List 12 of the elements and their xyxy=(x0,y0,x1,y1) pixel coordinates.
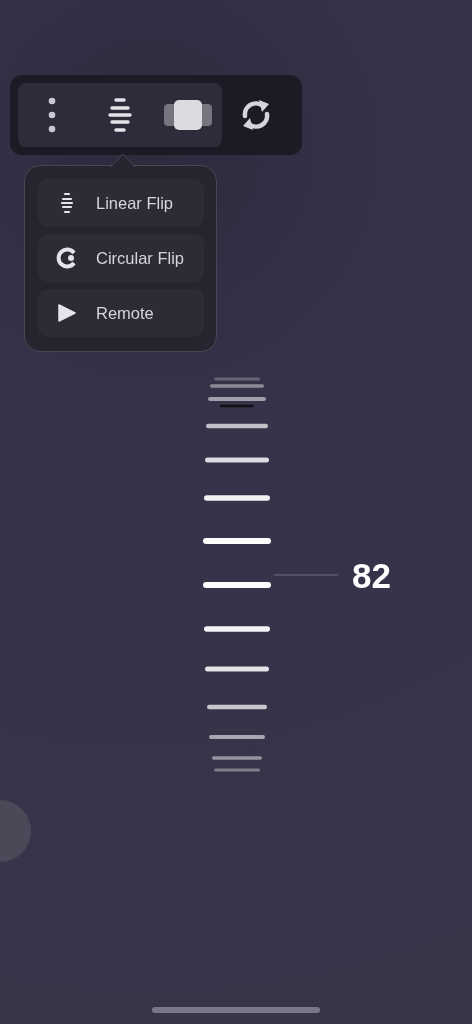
ruler-drawing[interactable] xyxy=(202,375,272,775)
play-icon xyxy=(58,304,76,322)
value-label: 82 xyxy=(352,557,391,593)
menu-item[interactable]: Circular Flip xyxy=(38,234,204,282)
refresh-icon xyxy=(240,98,272,132)
card-stack-icon xyxy=(164,100,212,130)
menu-item[interactable]: Remote xyxy=(38,289,204,337)
stacked-lines-icon xyxy=(108,97,132,133)
more-icon xyxy=(48,97,56,133)
stacked-lines-icon xyxy=(60,192,74,214)
circular-arrow-icon xyxy=(56,247,78,269)
menu-item[interactable]: Linear Flip xyxy=(38,179,204,227)
